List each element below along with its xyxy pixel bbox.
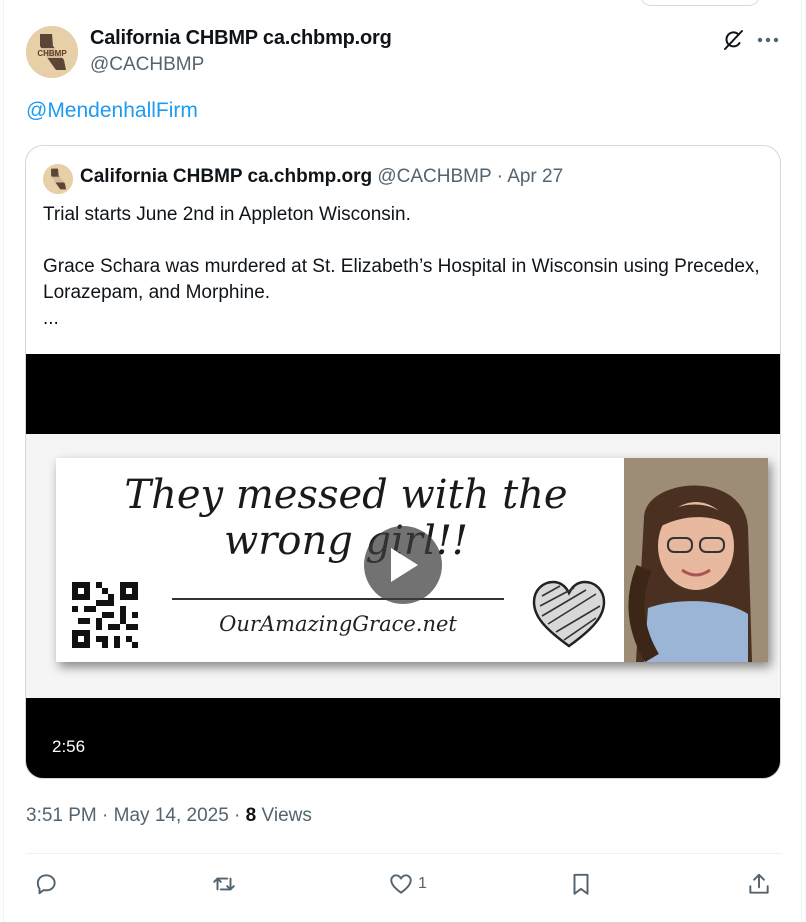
video-duration: 2:56 — [52, 737, 86, 756]
play-button[interactable] — [364, 526, 442, 604]
bookmark-button[interactable] — [568, 868, 594, 900]
share-icon — [749, 873, 769, 894]
quoted-text-line: Trial starts June 2nd in Appleton Wiscon… — [43, 204, 411, 225]
quoted-author-name[interactable]: California CHBMP ca.chbmp.org — [80, 166, 372, 187]
post-meta: 3:51 PM · May 14, 2025 · 8 Views — [26, 805, 312, 827]
meta-separator: · — [228, 805, 246, 826]
author-avatar[interactable]: CHBMP — [26, 26, 78, 78]
more-options-icon[interactable] — [754, 26, 782, 54]
quoted-text-line: ... — [43, 308, 59, 329]
previous-item-edge — [640, 0, 760, 6]
repost-icon — [213, 877, 235, 891]
banner-line-2: wrong girl!! — [224, 518, 468, 564]
quoted-text-line — [43, 228, 763, 254]
share-button[interactable] — [746, 868, 772, 900]
reply-button[interactable] — [33, 868, 63, 900]
post-timestamp[interactable]: 3:51 PM · May 14, 2025 — [26, 805, 229, 826]
heart-icon — [390, 874, 412, 894]
quoted-text-line: Grace Schara was murdered at St. Elizabe… — [43, 256, 760, 303]
mention-link[interactable]: @MendenhallFirm — [26, 99, 198, 123]
banner-line-1: They messed with the — [124, 472, 568, 518]
author-name[interactable]: California CHBMP ca.chbmp.org — [90, 27, 392, 50]
action-bar-divider — [26, 853, 782, 854]
views-count: 8 — [245, 805, 257, 826]
quoted-date[interactable]: Apr 27 — [507, 166, 563, 187]
quoted-text: Trial starts June 2nd in Appleton Wiscon… — [43, 202, 763, 332]
like-count: 1 — [418, 875, 427, 892]
qr-code-icon — [72, 582, 138, 648]
bookmark-icon — [573, 873, 589, 895]
views-label: Views — [256, 805, 312, 826]
grok-icon[interactable] — [719, 26, 747, 54]
heart-drawing-icon — [532, 580, 606, 648]
video-player[interactable]: They messed with the wrong girl!! OurAma… — [26, 354, 780, 778]
repost-button[interactable] — [211, 868, 241, 900]
quoted-author-handle[interactable]: @CACHBMP — [377, 166, 491, 187]
girl-photo — [624, 458, 768, 662]
quoted-author-avatar[interactable] — [43, 164, 73, 194]
play-icon — [391, 548, 418, 582]
quoted-header: California CHBMP ca.chbmp.org @CACHBMP ·… — [80, 166, 563, 188]
avatar-logo-text: CHBMP — [37, 49, 67, 58]
banner-divider — [172, 598, 504, 600]
banner-url: OurAmazingGrace.net — [219, 612, 457, 636]
banner-text: They messed with the wrong girl!! — [66, 472, 626, 564]
reply-icon — [36, 874, 56, 895]
quoted-separator: · — [496, 166, 508, 187]
quoted-post[interactable]: California CHBMP ca.chbmp.org @CACHBMP ·… — [25, 145, 781, 779]
like-button[interactable]: 1 — [388, 868, 427, 900]
author-handle[interactable]: @CACHBMP — [90, 54, 204, 76]
